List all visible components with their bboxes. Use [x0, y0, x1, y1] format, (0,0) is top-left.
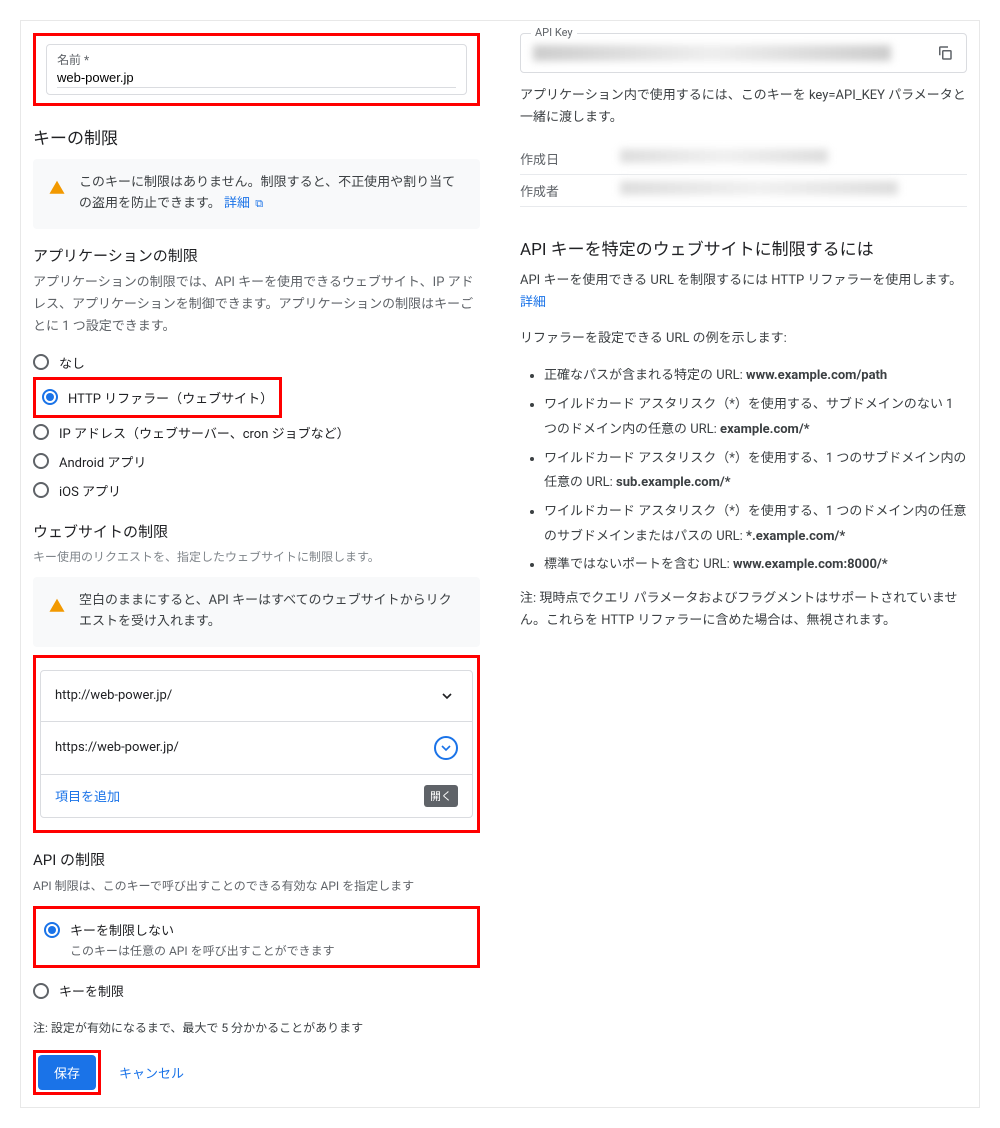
query-param-note: 注: 現時点でクエリ パラメータおよびフラグメントはサポートされていません。これ…	[520, 588, 967, 632]
save-button[interactable]: 保存	[38, 1055, 96, 1090]
radio-ip[interactable]: IP アドレス（ウェブサーバー、cron ジョブなど）	[33, 418, 480, 447]
radio-http-referrer[interactable]: HTTP リファラー（ウェブサイト）	[42, 383, 273, 412]
app-restrict-title: アプリケーションの制限	[33, 245, 480, 266]
website-warning-text: 空白のままにすると、API キーはすべてのウェブサイトからリクエストを受け入れま…	[79, 591, 464, 633]
copy-icon[interactable]	[936, 44, 954, 62]
key-restrict-warning: ▲ このキーに制限はありません。制限すると、不正使用や割り当ての盗用を防止できま…	[33, 159, 480, 229]
external-link-icon: ⧉	[255, 197, 263, 210]
website-url-list: http://web-power.jp/ https://web-power.j…	[40, 670, 473, 818]
creator-row: 作成者	[520, 175, 967, 207]
radio-ios[interactable]: iOS アプリ	[33, 476, 480, 505]
radio-unrestrict-sub: このキーは任意の API を呼び出すことができます	[70, 942, 469, 959]
api-note: 注: 設定が有効になるまで、最大で 5 分かかることがあります	[33, 1019, 480, 1036]
detail-link[interactable]: 詳細 ⧉	[224, 196, 263, 211]
api-key-display: API Key	[520, 33, 967, 73]
restrict-desc-2: リファラーを設定できる URL の例を示します:	[520, 328, 967, 350]
list-item: 正確なパスが含まれる特定の URL: www.example.com/path	[544, 364, 967, 389]
list-item: ワイルドカード アスタリスク（*）を使用する、1 つのサブドメイン内の任意の U…	[544, 447, 967, 496]
radio-icon	[44, 922, 60, 938]
website-restrict-desc: キー使用のリクエストを、指定したウェブサイトに制限します。	[33, 548, 480, 567]
radio-icon	[33, 983, 49, 999]
open-button[interactable]: 開く	[424, 785, 458, 807]
warning-text: このキーに制限はありません。制限すると、不正使用や割り当ての盗用を防止できます。	[79, 175, 455, 211]
add-item-row: 項目を追加 開く	[41, 775, 472, 817]
created-date-blurred	[620, 149, 828, 163]
chevron-down-icon[interactable]	[434, 736, 458, 760]
website-restrict-title: ウェブサイトの制限	[33, 521, 480, 542]
cancel-button[interactable]: キャンセル	[115, 1055, 188, 1090]
restrict-desc-1: API キーを使用できる URL を制限するには HTTP リファラーを使用しま…	[520, 270, 967, 314]
restrict-website-title: API キーを特定のウェブサイトに制限するには	[520, 235, 967, 260]
warning-icon: ▲	[49, 593, 65, 617]
list-item: 標準ではないポートを含む URL: www.example.com:8000/*	[544, 553, 967, 578]
app-restrict-radios: なし HTTP リファラー（ウェブサイト） IP アドレス（ウェブサーバー、cr…	[33, 348, 480, 505]
name-field[interactable]: 名前 *	[46, 44, 467, 95]
warning-icon: ▲	[49, 175, 65, 199]
api-restrict-desc: API 制限は、このキーで呼び出すことのできる有効な API を指定します	[33, 876, 480, 896]
name-input[interactable]	[57, 68, 456, 88]
radio-icon	[33, 424, 49, 440]
website-warning: ▲ 空白のままにすると、API キーはすべてのウェブサイトからリクエストを受け入…	[33, 577, 480, 647]
list-item: ワイルドカード アスタリスク（*）を使用する、サブドメインのない 1 つのドメイ…	[544, 393, 967, 442]
name-label: 名前 *	[57, 51, 456, 68]
radio-none[interactable]: なし	[33, 348, 480, 377]
api-restrict-title: API の制限	[33, 849, 480, 870]
radio-icon	[42, 389, 58, 405]
name-section: 名前 *	[33, 33, 480, 106]
key-restrict-title: キーの制限	[33, 124, 480, 149]
radio-icon	[33, 453, 49, 469]
creator-blurred	[620, 181, 898, 195]
url-examples-list: 正確なパスが含まれる特定の URL: www.example.com/path …	[520, 364, 967, 578]
app-restrict-desc: アプリケーションの制限では、API キーを使用できるウェブサイト、IP アドレス…	[33, 272, 480, 338]
add-item-link[interactable]: 項目を追加	[55, 786, 120, 805]
created-date-row: 作成日	[520, 143, 967, 175]
radio-icon	[33, 354, 49, 370]
list-item: ワイルドカード アスタリスク（*）を使用する、1 つのドメイン内の任意のサブドメ…	[544, 500, 967, 549]
api-key-value-blurred	[533, 45, 891, 61]
radio-unrestrict-key[interactable]: キーを制限しない	[44, 915, 469, 944]
radio-android[interactable]: Android アプリ	[33, 447, 480, 476]
radio-restrict-key[interactable]: キーを制限	[33, 976, 480, 1005]
detail-link-2[interactable]: 詳細	[520, 295, 546, 310]
website-row[interactable]: https://web-power.jp/	[41, 722, 472, 775]
api-key-desc: アプリケーション内で使用するには、このキーを key=API_KEY パラメータ…	[520, 85, 967, 129]
api-key-label: API Key	[531, 26, 577, 39]
website-row[interactable]: http://web-power.jp/	[41, 671, 472, 722]
chevron-down-icon[interactable]	[436, 685, 458, 707]
radio-icon	[33, 482, 49, 498]
